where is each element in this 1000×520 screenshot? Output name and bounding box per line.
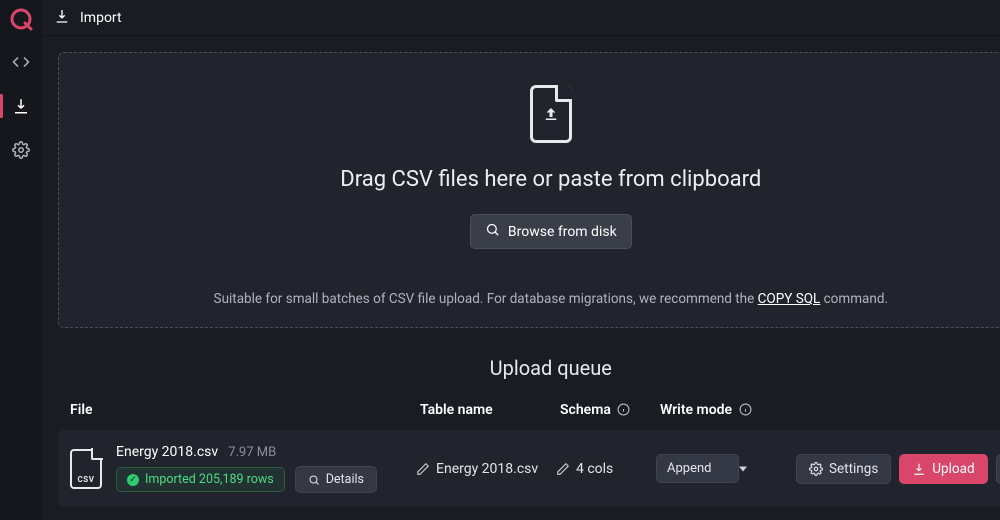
file-upload-icon <box>530 85 572 143</box>
col-header-schema: Schema <box>560 402 660 418</box>
copy-sql-link[interactable]: COPY SQL <box>758 291 821 307</box>
import-icon <box>54 8 70 28</box>
dropzone[interactable]: Drag CSV files here or paste from clipbo… <box>58 52 1000 328</box>
dropzone-hint: Suitable for small batches of CSV file u… <box>214 291 888 307</box>
schema-cell[interactable]: 4 cols <box>556 461 656 477</box>
gear-icon <box>809 462 823 476</box>
file-name: Energy 2018.csv <box>116 444 218 460</box>
edit-icon <box>556 462 570 476</box>
topbar: Import <box>42 0 1000 36</box>
settings-button[interactable]: Settings <box>796 454 891 484</box>
sidebar-item-settings[interactable] <box>0 132 42 168</box>
upload-queue-heading: Upload queue <box>58 356 1000 380</box>
info-icon[interactable] <box>739 403 752 416</box>
col-header-file: File <box>70 402 420 418</box>
table-name-cell[interactable]: Energy 2018.csv <box>416 461 556 477</box>
file-size: 7.97 MB <box>228 445 276 460</box>
queue-header-row: File Table name Schema Write mode <box>58 402 1000 430</box>
search-icon <box>485 222 500 241</box>
col-header-table: Table name <box>420 402 560 418</box>
check-icon: ✓ <box>127 474 139 486</box>
sidebar-item-code[interactable] <box>0 44 42 80</box>
write-mode-select[interactable]: Append <box>656 454 739 483</box>
dropzone-title: Drag CSV files here or paste from clipbo… <box>340 167 761 192</box>
queue-row: CSV Energy 2018.csv 7.97 MB ✓ Imported 2… <box>58 430 1000 507</box>
details-button[interactable]: Details <box>295 466 377 493</box>
info-icon[interactable] <box>617 403 630 416</box>
col-header-write-mode: Write mode <box>660 402 780 418</box>
sidebar-item-import[interactable] <box>0 88 42 124</box>
sidebar <box>0 0 42 520</box>
app-logo <box>8 6 34 32</box>
browse-from-disk-button[interactable]: Browse from disk <box>470 214 632 249</box>
import-status-badge: ✓ Imported 205,189 rows <box>116 467 285 492</box>
search-icon <box>308 474 320 486</box>
upload-icon <box>912 462 926 476</box>
browse-button-label: Browse from disk <box>508 224 617 240</box>
edit-icon <box>416 462 430 476</box>
remove-row-button[interactable] <box>996 454 1000 484</box>
csv-file-icon: CSV <box>70 449 102 489</box>
upload-button[interactable]: Upload <box>899 454 987 484</box>
page-title: Import <box>80 10 122 26</box>
